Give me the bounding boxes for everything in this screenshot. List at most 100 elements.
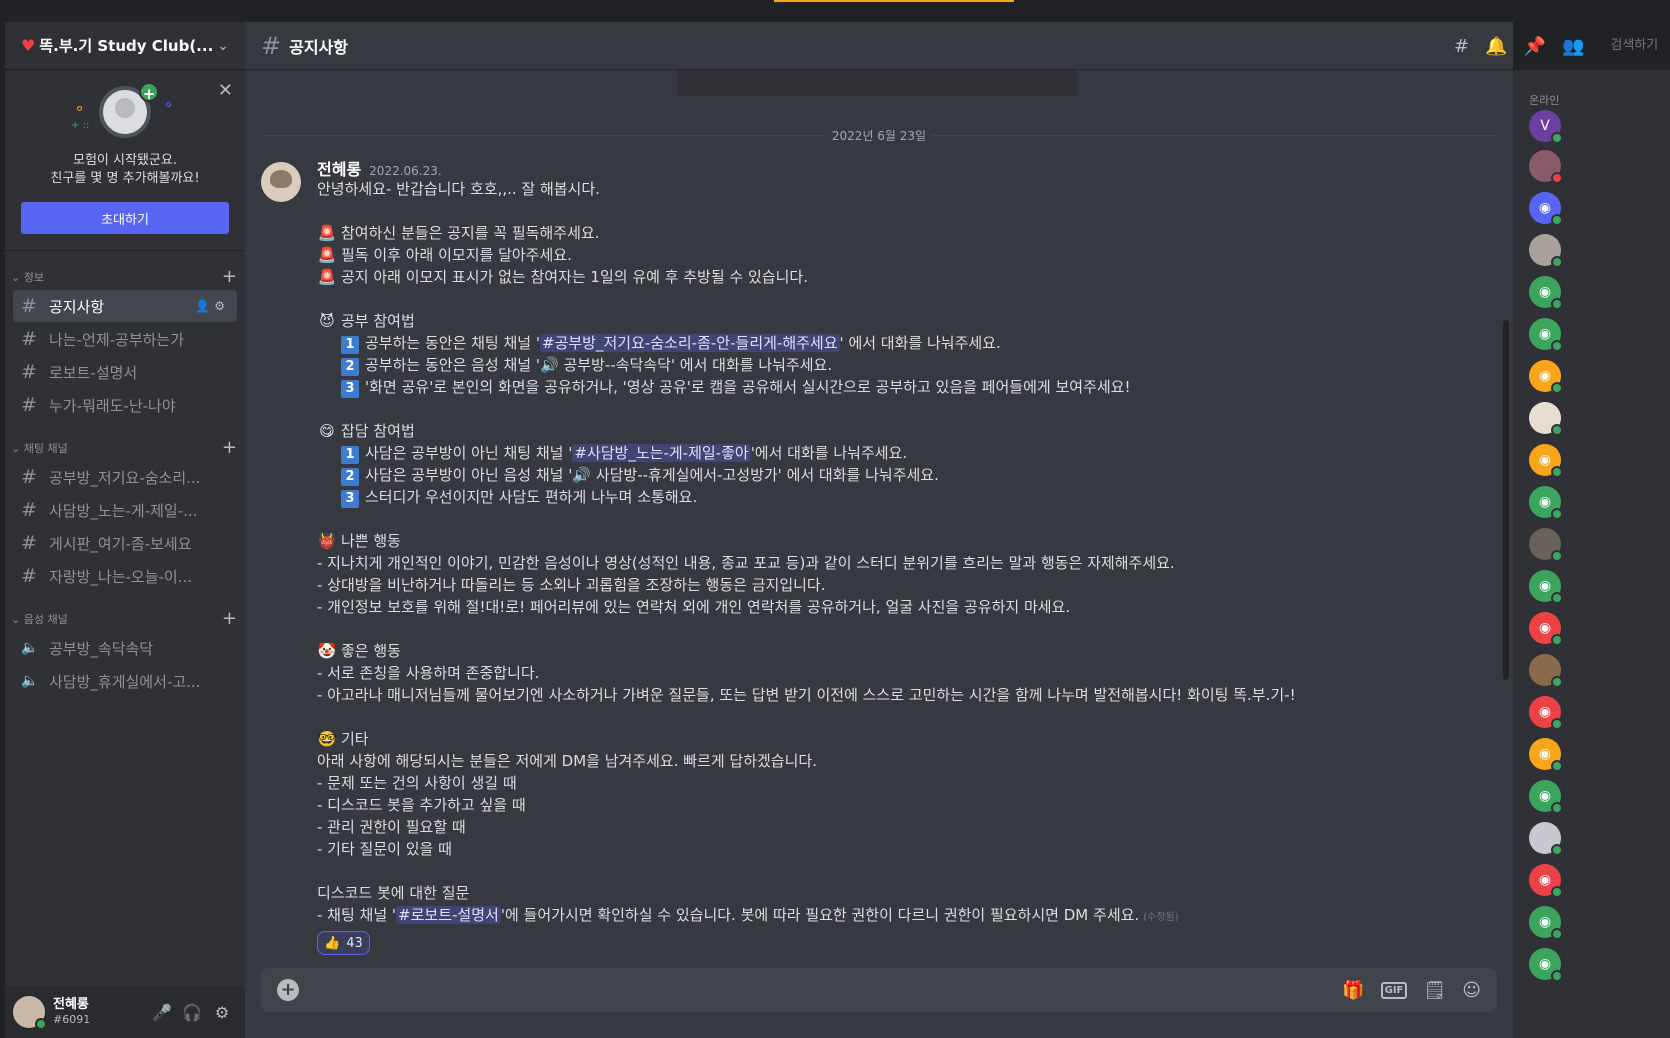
- hash-icon: #: [21, 565, 37, 587]
- message-input[interactable]: [311, 981, 1327, 999]
- channel-item[interactable]: # 나는-언제-공부하는가: [13, 323, 237, 355]
- gif-icon[interactable]: GIF: [1380, 981, 1408, 999]
- avatar[interactable]: [1529, 150, 1563, 184]
- category-header[interactable]: ⌄ 채팅 채널 +: [5, 422, 245, 460]
- server-header[interactable]: ♥ 똑.부.기 Study Club(... ⌄: [5, 22, 245, 70]
- gear-icon[interactable]: ⚙: [214, 299, 229, 313]
- list-item: 3 스터디가 우선이지만 사담도 편하게 나누며 소통해요.: [317, 486, 1491, 508]
- online-status-icon: [1551, 718, 1563, 730]
- invite-text: 모험이 시작됐군요. 친구를 몇 명 추가해볼까요!: [21, 152, 229, 188]
- category-header[interactable]: ⌄ 음성 채널 +: [5, 593, 245, 631]
- invite-member-icon[interactable]: 👤: [195, 299, 214, 313]
- category-info: ⌄ 정보 + # 공지사항 👤⚙ # 나는-언제-공부하는가 # 로보트-설명서…: [5, 251, 245, 421]
- gift-icon[interactable]: 🎁: [1342, 980, 1364, 1001]
- bell-icon[interactable]: 🔔: [1485, 36, 1507, 57]
- invite-card: ✕ + :: + 모험이 시작됐군요. 친구를 몇 명 추가해볼까요! 초대하기: [5, 70, 245, 251]
- avatar[interactable]: ◉: [1529, 738, 1563, 772]
- avatar[interactable]: ◉: [1529, 780, 1563, 814]
- member-list-icon[interactable]: 👥: [1562, 36, 1584, 57]
- reaction-thumbs-up[interactable]: 👍 43: [317, 931, 370, 955]
- search-input[interactable]: 검색하기: [1604, 34, 1670, 58]
- chat-area: # 공지사항 2022년 6월 23일 전혜롱 2022.06.23. 안녕하세…: [245, 22, 1513, 1038]
- date-divider-label: 2022년 6월 23일: [825, 127, 933, 144]
- chevron-down-icon[interactable]: ⌄: [217, 38, 229, 54]
- avatar[interactable]: [13, 996, 47, 1030]
- ogre-icon: 👹: [317, 532, 337, 550]
- avatar[interactable]: ◉: [1529, 906, 1563, 940]
- add-channel-icon[interactable]: +: [222, 268, 237, 286]
- voice-channel-item[interactable]: 🔈 사담방_휴게실에서-고...: [13, 665, 237, 697]
- avatar[interactable]: ◉: [1529, 948, 1563, 982]
- channel-공지사항[interactable]: # 공지사항 👤⚙: [13, 290, 237, 322]
- add-channel-icon[interactable]: +: [222, 439, 237, 457]
- channel-mention[interactable]: #로보트-설명서: [396, 906, 501, 924]
- text-line: - 상대방을 비난하거나 따돌리는 등 소외나 괴롭힘을 조장하는 행동은 금지…: [317, 576, 826, 594]
- section-title: 디스코드 봇에 대한 질문: [317, 884, 470, 902]
- message-author[interactable]: 전혜롱: [317, 156, 361, 180]
- list-item: 2 공부하는 동안은 음성 채널 '🔊 공부방--속닥속닥' 에서 대화를 나눠주…: [317, 354, 1491, 376]
- pin-icon[interactable]: 📌: [1524, 36, 1546, 57]
- invite-button[interactable]: 초대하기: [21, 202, 229, 234]
- sticker-icon[interactable]: 🗒: [1423, 980, 1446, 1001]
- avatar[interactable]: ◉: [1529, 192, 1563, 226]
- text-line: - 기타 질문이 있을 때: [317, 840, 452, 858]
- user-info[interactable]: 전혜롱 #6091: [53, 997, 147, 1027]
- avatar[interactable]: ◉: [1529, 360, 1563, 394]
- close-icon[interactable]: ✕: [218, 80, 233, 101]
- category-header[interactable]: ⌄ 정보 +: [5, 251, 245, 289]
- date-divider: 2022년 6월 23일: [261, 127, 1497, 144]
- category-chat: ⌄ 채팅 채널 + # 공부방_저기요-숨소리... # 사담방_노는-게-제일…: [5, 422, 245, 592]
- section-title: 🤓 기타: [317, 730, 369, 748]
- channel-item[interactable]: # 게시판_여기-좀-보세요: [13, 527, 237, 559]
- avatar[interactable]: ◉: [1529, 486, 1563, 520]
- speaker-icon: 🔈: [21, 640, 39, 656]
- add-attachment-icon[interactable]: +: [277, 979, 299, 1001]
- avatar[interactable]: [1529, 402, 1563, 436]
- avatar[interactable]: ◉: [1529, 612, 1563, 646]
- message-list[interactable]: 2022년 6월 23일 전혜롱 2022.06.23. 안녕하세요- 반갑습니…: [245, 70, 1513, 960]
- user-panel: 전혜롱 #6091 🎤 🎧 ⚙: [5, 986, 245, 1038]
- headphones-icon[interactable]: 🎧: [177, 1003, 207, 1022]
- channel-item[interactable]: # 공부방_저기요-숨소리...: [13, 461, 237, 493]
- thumbs-up-icon: 👍: [324, 935, 341, 951]
- gear-icon[interactable]: ⚙: [207, 1003, 237, 1022]
- emoji-icon[interactable]: ☺: [1462, 980, 1481, 1001]
- avatar[interactable]: ◉: [1529, 276, 1563, 310]
- text-line: - 지나치게 개인적인 이야기, 민감한 음성이나 영상(성적인 내용, 종교 …: [317, 554, 1175, 572]
- member-group-title: 온라인: [1529, 94, 1560, 107]
- channel-name: 사담방_노는-게-제일-...: [49, 501, 198, 520]
- section-title: 🤡 좋은 행동: [317, 642, 401, 660]
- threads-icon[interactable]: #: [1454, 36, 1469, 57]
- avatar[interactable]: ◉: [1529, 864, 1563, 898]
- mic-muted-icon[interactable]: 🎤: [147, 1003, 177, 1022]
- avatar[interactable]: ◉: [1529, 444, 1563, 478]
- online-status-icon: [1551, 802, 1563, 814]
- channel-header: # 공지사항: [245, 22, 1513, 70]
- voice-channel-item[interactable]: 🔈 공부방_속닥속닥: [13, 632, 237, 664]
- channel-item[interactable]: # 사담방_노는-게-제일-...: [13, 494, 237, 526]
- header-toolbar: # 🔔 📌 👥 검색하기: [1454, 22, 1670, 70]
- channel-mention[interactable]: #사담방_노는-게-제일-좋아: [572, 444, 751, 462]
- avatar[interactable]: [1529, 654, 1563, 688]
- avatar[interactable]: V: [1529, 110, 1563, 144]
- avatar[interactable]: [1529, 528, 1563, 562]
- hash-icon: #: [21, 532, 37, 554]
- message-header: 전혜롱 2022.06.23.: [317, 156, 1491, 180]
- channel-tools[interactable]: 👤⚙: [195, 299, 229, 313]
- avatar[interactable]: [1529, 234, 1563, 268]
- channel-item[interactable]: # 로보트-설명서: [13, 356, 237, 388]
- avatar[interactable]: ◉: [1529, 570, 1563, 604]
- scrollbar[interactable]: [1503, 320, 1509, 680]
- avatar[interactable]: [261, 162, 301, 202]
- channel-item[interactable]: # 누가-뭐래도-난-나야: [13, 389, 237, 421]
- channel-mention[interactable]: #공부방_저기요-숨소리-좀-안-들리게-해주세요: [540, 334, 840, 352]
- greeting-line: 안녕하세요- 반갑습니다 호호,,.. 잘 해봅시다.: [317, 180, 600, 198]
- channel-item[interactable]: # 자랑방_나는-오늘-이...: [13, 560, 237, 592]
- add-channel-icon[interactable]: +: [222, 610, 237, 628]
- rule-line: 🚨 필독 이후 아래 이모지를 달아주세요.: [317, 246, 572, 264]
- avatar[interactable]: [1529, 822, 1563, 856]
- online-status-icon: [1551, 132, 1563, 144]
- avatar[interactable]: ◉: [1529, 696, 1563, 730]
- avatar[interactable]: ◉: [1529, 318, 1563, 352]
- category-label: ⌄ 채팅 채널: [11, 442, 68, 455]
